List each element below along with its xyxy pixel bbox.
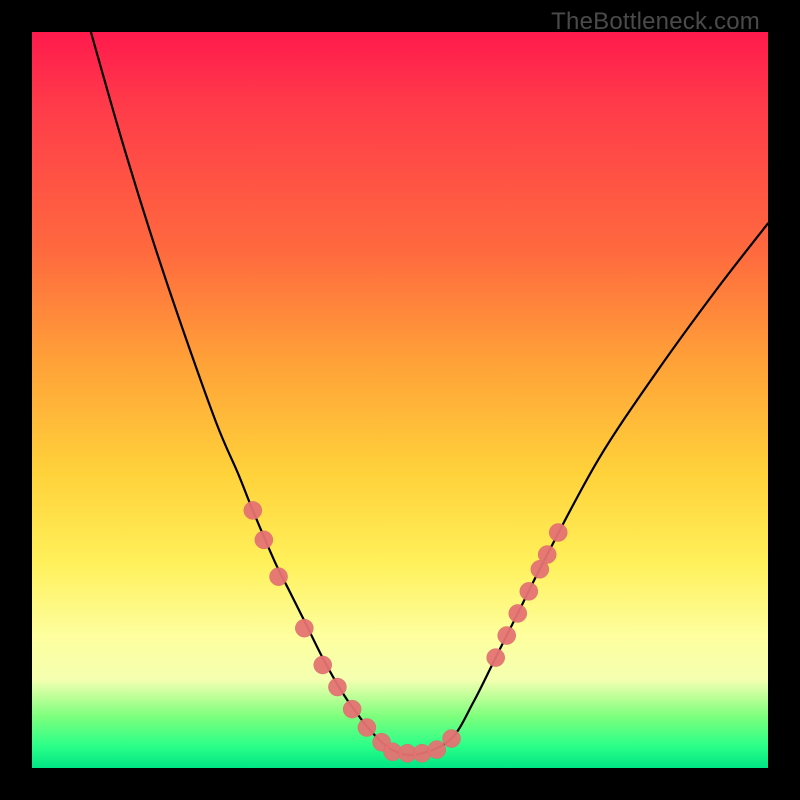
chart-svg (32, 32, 768, 768)
curve-marker (520, 582, 538, 600)
curve-marker (358, 719, 376, 737)
curve-marker (270, 568, 288, 586)
curve-marker (428, 741, 446, 759)
plot-area (32, 32, 768, 768)
curve-marker (487, 649, 505, 667)
curve-marker (314, 656, 332, 674)
curve-marker (443, 730, 461, 748)
curve-marker (295, 619, 313, 637)
curve-marker (498, 627, 516, 645)
curve-markers (244, 501, 567, 762)
curve-marker (549, 523, 567, 541)
curve-marker (244, 501, 262, 519)
curve-marker (328, 678, 346, 696)
bottleneck-curve (91, 32, 768, 755)
curve-marker (343, 700, 361, 718)
curve-marker (509, 604, 527, 622)
curve-marker (255, 531, 273, 549)
chart-frame: TheBottleneck.com (0, 0, 800, 800)
curve-marker (538, 546, 556, 564)
